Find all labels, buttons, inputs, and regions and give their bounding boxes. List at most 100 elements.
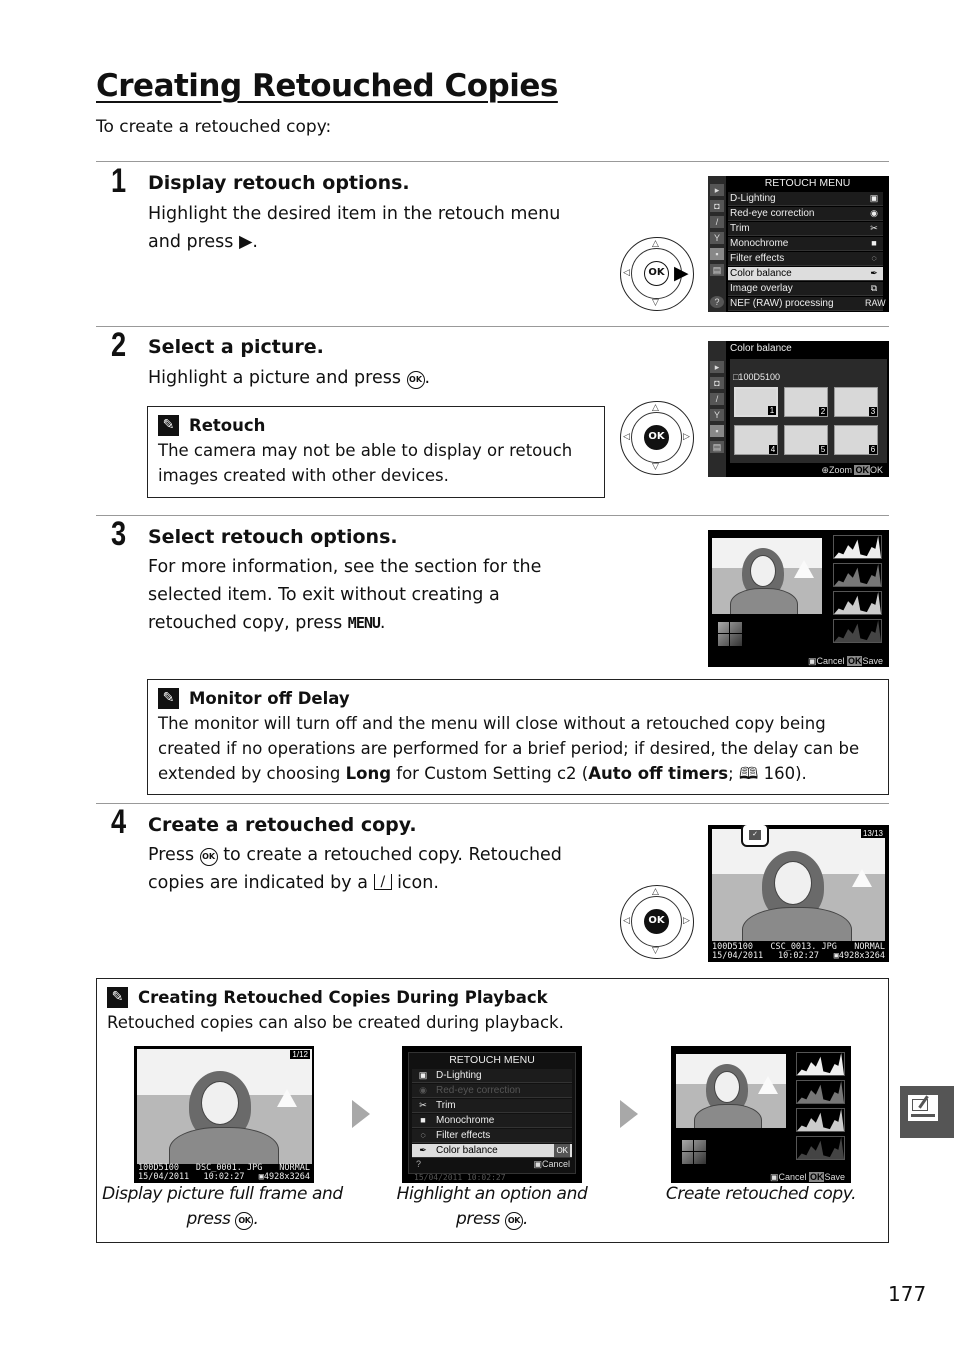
screen-footer: ▣Cancel OKSave bbox=[807, 656, 883, 666]
step-title: Create a retouched copy. bbox=[148, 814, 417, 836]
menu-item[interactable]: ◉ Red-eye correction bbox=[412, 1084, 572, 1098]
thumbnail[interactable]: 2 bbox=[784, 387, 828, 417]
histogram-blue bbox=[833, 619, 882, 643]
retouch-menu-screen: ▸ ◘ / Y ▪ ▤ ? RETOUCH MENU D-Lighting ▣ Re… bbox=[708, 176, 889, 312]
ok-button-icon: OK bbox=[644, 425, 669, 450]
arrow-down-icon: ▽ bbox=[652, 462, 659, 472]
multi-selector: OK △ ▽ ◁ ▷ bbox=[620, 401, 694, 475]
menu-item[interactable]: ✒ Color balance OK bbox=[412, 1144, 572, 1158]
menu-item[interactable]: Color balance ✒ bbox=[728, 267, 883, 281]
note-text-line: images created with other devices. bbox=[158, 466, 449, 485]
note-pencil-icon: ✎ bbox=[158, 415, 179, 436]
recent-tab-icon: ▤ bbox=[710, 264, 724, 276]
multi-selector: OK △ ▽ ◁ ▶ bbox=[620, 237, 694, 311]
preview-photo bbox=[712, 538, 822, 614]
menu-sidebar: ▸ ◘ / Y ▪ ▤ bbox=[708, 341, 726, 477]
step-number: 1 bbox=[111, 162, 127, 200]
step-number: 4 bbox=[111, 803, 127, 841]
menu-item-label: D-Lighting bbox=[436, 1070, 482, 1081]
menu-item[interactable]: D-Lighting ▣ bbox=[728, 192, 883, 206]
menu-item[interactable]: NEF (RAW) processing RAW bbox=[728, 297, 886, 311]
divider bbox=[96, 803, 889, 804]
divider bbox=[96, 515, 889, 516]
pencil-tab-icon: / bbox=[710, 393, 724, 405]
note-title: Retouch bbox=[189, 416, 266, 435]
preview-photo bbox=[676, 1054, 786, 1128]
eye-icon: ◉ bbox=[870, 208, 878, 218]
menu-item-label: Filter effects bbox=[436, 1130, 491, 1141]
thumbnail-number: 4 bbox=[769, 445, 777, 454]
help-icon: ? bbox=[416, 1159, 422, 1169]
retouch-indicator-icon: / bbox=[373, 874, 392, 890]
playback-tab-icon: ▸ bbox=[710, 361, 724, 373]
screen-footer: ⊕Zoom OKOK bbox=[821, 465, 883, 475]
playback-tab-icon: ▸ bbox=[710, 184, 724, 196]
recent-tab-icon: ▤ bbox=[710, 441, 724, 453]
arrow-left-icon: ◁ bbox=[623, 916, 630, 926]
thumbnail[interactable]: 5 bbox=[784, 425, 828, 455]
menu-item[interactable]: ■ Monochrome bbox=[412, 1114, 572, 1128]
d-lighting-icon: ▣ bbox=[869, 193, 879, 203]
note-monitor-off-delay: ✎ Monitor off Delay The monitor will turn… bbox=[147, 679, 889, 795]
color-balance-edit-screen: ▣Cancel OKSave bbox=[708, 530, 889, 667]
retouch-tab-icon: ▪ bbox=[710, 248, 724, 260]
menu-item[interactable]: ✂ Trim bbox=[412, 1099, 572, 1113]
arrow-left-icon: ◁ bbox=[623, 432, 630, 442]
arrow-right-filled-icon: ▶ bbox=[674, 262, 689, 284]
thumbnail-number: 2 bbox=[819, 407, 827, 416]
ok-button-icon: OK bbox=[406, 371, 425, 389]
menu-item[interactable]: Trim ✂ bbox=[728, 222, 883, 236]
monochrome-icon: ■ bbox=[871, 238, 877, 248]
note-retouch: ✎ Retouch The camera may not be able to d… bbox=[147, 406, 605, 498]
ok-button-icon: OK bbox=[504, 1212, 523, 1230]
histogram-red bbox=[833, 563, 882, 587]
menu-item-label: NEF (RAW) processing bbox=[730, 298, 834, 309]
step-number: 3 bbox=[111, 515, 127, 553]
pencil-tab-icon: / bbox=[710, 216, 724, 228]
note-text: Retouched copies can also be created dur… bbox=[107, 1013, 564, 1032]
arrow-down-icon: ▽ bbox=[652, 298, 659, 308]
histogram-green bbox=[833, 591, 882, 615]
arrow-right-icon: ▷ bbox=[683, 432, 690, 442]
arrow-left-icon: ◁ bbox=[623, 268, 630, 278]
thumbnail[interactable]: 6 bbox=[834, 425, 878, 455]
thumbnail-number: 6 bbox=[869, 445, 877, 454]
thumbnail-number: 5 bbox=[819, 445, 827, 454]
menu-title: RETOUCH MENU bbox=[449, 1054, 535, 1066]
histogram-green bbox=[796, 1108, 845, 1132]
ok-button-icon: OK bbox=[644, 909, 669, 934]
arrow-up-icon: △ bbox=[652, 239, 659, 249]
divider bbox=[96, 161, 889, 162]
ok-button-icon: OK bbox=[235, 1212, 254, 1230]
image-counter: 1/12 bbox=[290, 1050, 310, 1059]
step-text: Highlight the desired item in the retouc… bbox=[148, 200, 560, 256]
menu-item[interactable]: Image overlay ⧉ bbox=[728, 282, 883, 296]
menu-item[interactable]: ▣ D-Lighting bbox=[412, 1069, 572, 1083]
menu-item[interactable]: Monochrome ■ bbox=[728, 237, 883, 251]
thumbnail[interactable]: 3 bbox=[834, 387, 878, 417]
camera-tab-icon: ◘ bbox=[710, 200, 724, 212]
retouch-section-tab[interactable] bbox=[900, 1086, 954, 1138]
menu-item[interactable]: Red-eye correction ◉ bbox=[728, 207, 883, 221]
menu-item[interactable]: Filter effects ◌ bbox=[728, 252, 883, 266]
note-title: Monitor off Delay bbox=[189, 689, 350, 708]
scissors-icon: ✂ bbox=[870, 223, 878, 233]
color-balance-grid bbox=[682, 1140, 706, 1164]
arrow-right-icon bbox=[620, 1100, 638, 1128]
note-pencil-icon: ✎ bbox=[158, 688, 179, 709]
retouch-tab-icon bbox=[908, 1095, 938, 1121]
thumbnail[interactable]: 4 bbox=[734, 425, 778, 455]
thumbnail[interactable]: 1 bbox=[734, 387, 778, 417]
note-text-line: The camera may not be able to display or… bbox=[158, 441, 573, 460]
retouched-image-screen: ✓ 13/13 100D5100 CSC_0013. JPG NORMAL 15/0… bbox=[708, 825, 889, 962]
caption: Display picture full frame and press OK. bbox=[102, 1184, 343, 1230]
color-balance-select-screen: ▸ ◘ / Y ▪ ▤ Color balance □100D5100 1 2 3 4… bbox=[708, 341, 889, 477]
histogram-luminance bbox=[833, 535, 882, 559]
step-title: Display retouch options. bbox=[148, 172, 410, 194]
menu-item-label: Red-eye correction bbox=[730, 208, 815, 219]
color-balance-grid bbox=[718, 622, 742, 646]
step-number: 2 bbox=[111, 326, 127, 364]
menu-item[interactable]: ◌ Filter effects bbox=[412, 1129, 572, 1143]
step-title: Select a picture. bbox=[148, 336, 324, 358]
thumbnail-number: 1 bbox=[768, 406, 776, 415]
